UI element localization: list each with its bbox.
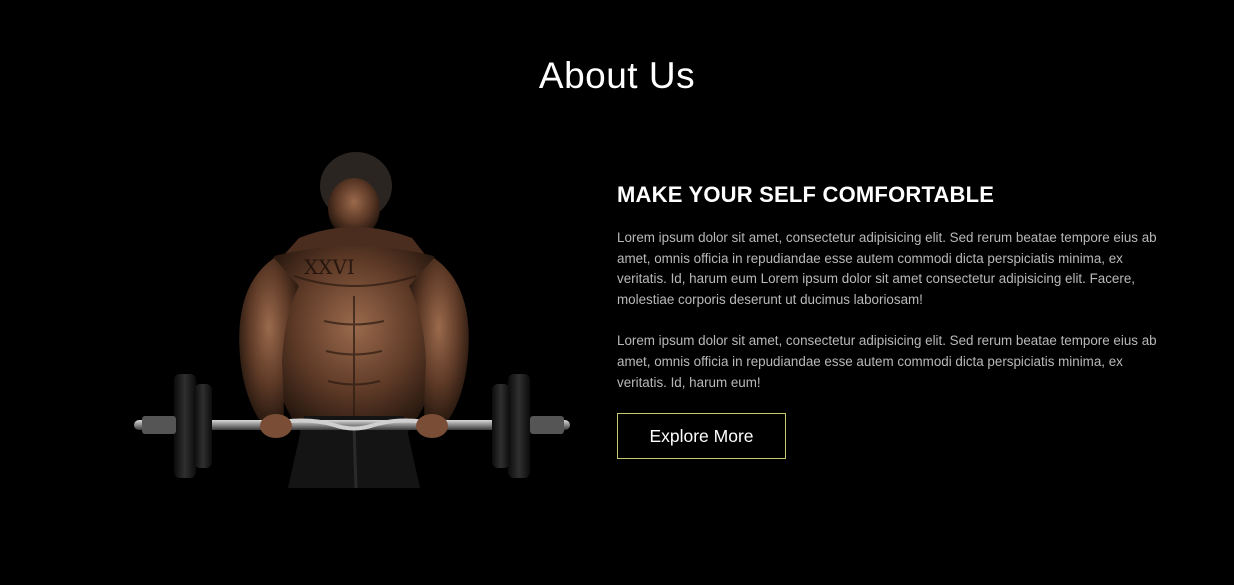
bodybuilder-image: XXVI: [134, 146, 570, 488]
svg-text:XXVI: XXVI: [304, 255, 355, 279]
about-paragraph-2: Lorem ipsum dolor sit amet, consectetur …: [617, 333, 1157, 390]
about-headline: MAKE YOUR SELF COMFORTABLE: [617, 182, 995, 207]
about-paragraph-1: Lorem ipsum dolor sit amet, consectetur …: [617, 230, 1157, 307]
about-content: MAKE YOUR SELF COMFORTABLE Lorem ipsum d…: [617, 178, 1162, 414]
section-title: About Us: [538, 55, 696, 96]
explore-more-button[interactable]: Explore More: [617, 413, 786, 459]
